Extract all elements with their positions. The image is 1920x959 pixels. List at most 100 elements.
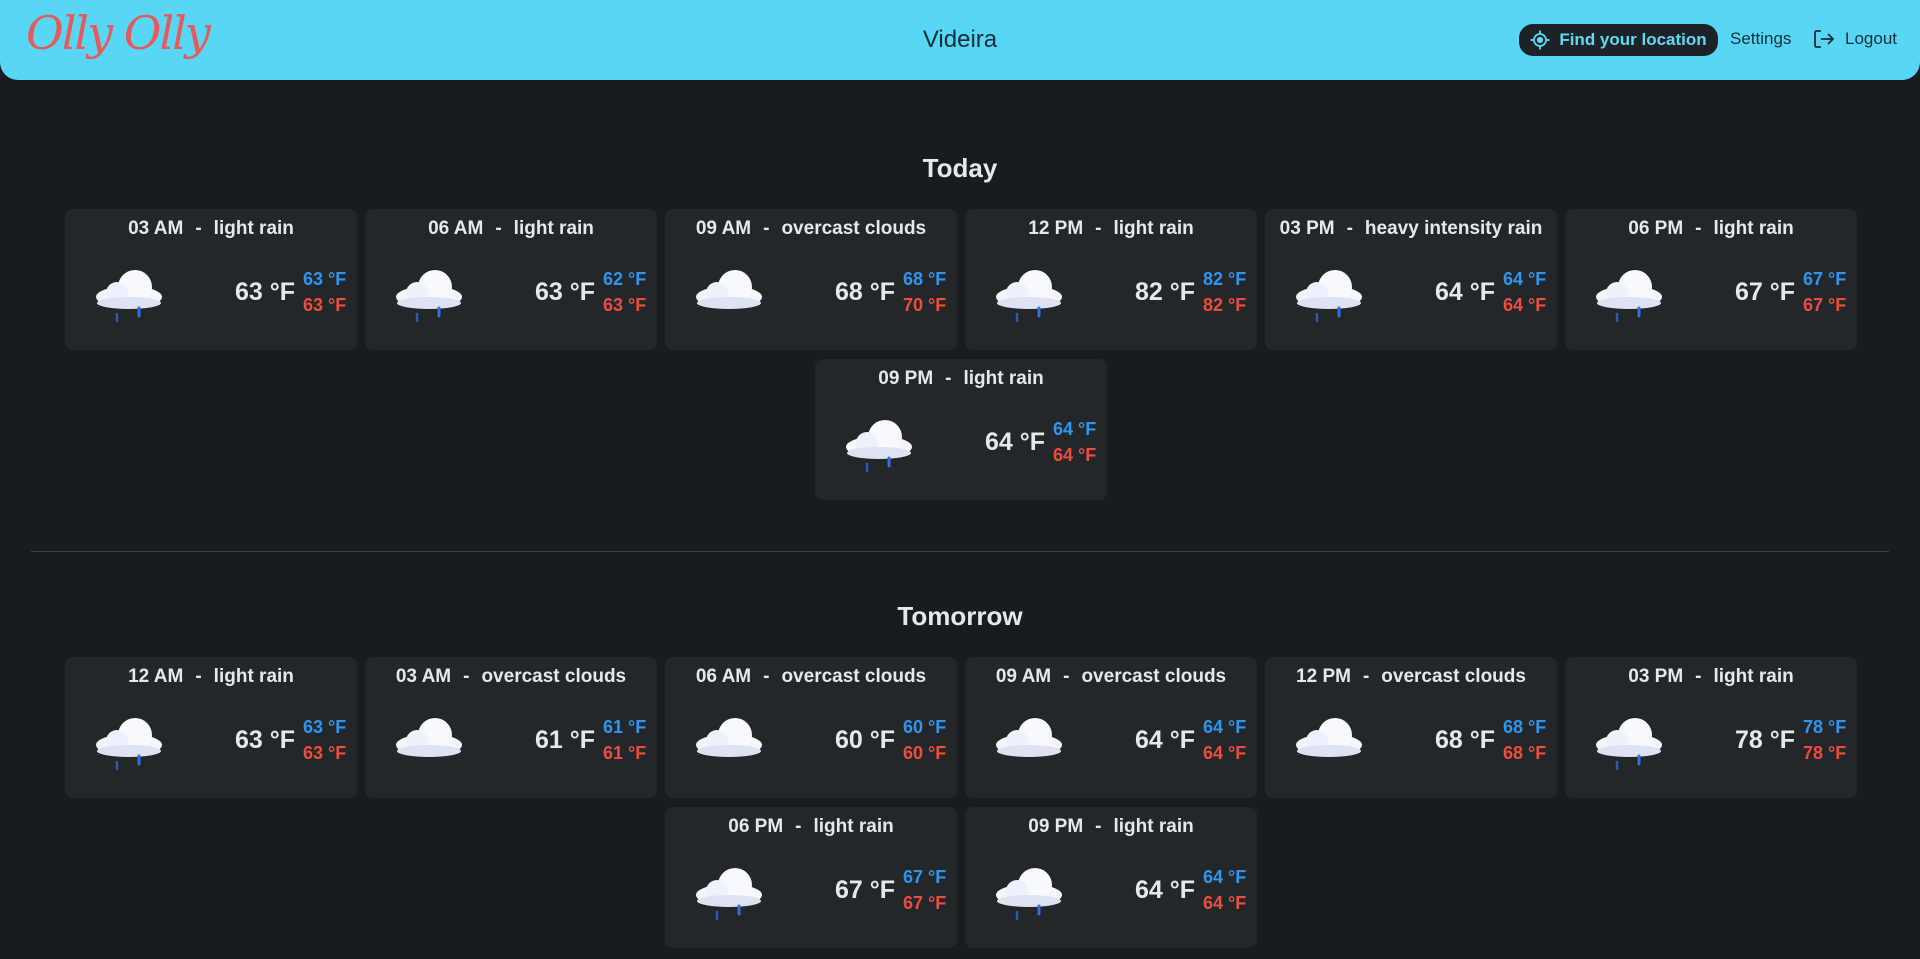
forecast-temperature: 78 °F <box>1734 726 1795 754</box>
forecast-time: 06 PM <box>728 816 784 837</box>
forecast-card-header: 09 AM - overcast clouds <box>695 218 927 239</box>
crosshair-icon <box>1530 30 1550 50</box>
forecast-description: overcast clouds <box>1081 666 1227 687</box>
forecast-temperature: 61 °F <box>534 726 595 754</box>
forecast-max-temperature: 64 °F <box>1053 445 1097 465</box>
forecast-card-header: 03 AM - light rain <box>128 218 294 239</box>
cloud-icon <box>996 718 1062 757</box>
find-location-button[interactable]: Find your location <box>1519 24 1718 56</box>
forecast-temperature: 67 °F <box>834 876 895 904</box>
forecast-card: 09 AM - overcast clouds 68 °F 68 °F 70 °F <box>665 209 957 350</box>
rain-cloud-icon <box>996 868 1062 921</box>
forecast-card: 06 PM - light rain 67 °F 67 °F 67 °F <box>665 807 957 948</box>
forecast-card-header: 12 PM - overcast clouds <box>1296 666 1526 687</box>
forecast-card-header: 03 AM - overcast clouds <box>395 666 627 687</box>
app-header: Olly Olly Videira Find your location Set… <box>0 0 1920 80</box>
forecast-time: 03 AM <box>395 666 452 687</box>
forecast-time: 03 PM <box>1279 218 1335 239</box>
forecast-card-header: 03 PM - light rain <box>1628 666 1794 687</box>
forecast-card-header: 09 PM - light rain <box>1028 816 1194 837</box>
forecast-temperature: 82 °F <box>1134 278 1195 306</box>
forecast-card-header: 03 PM - heavy intensity rain <box>1279 218 1543 239</box>
rain-cloud-icon <box>696 868 762 921</box>
rain-cloud-icon <box>996 270 1062 323</box>
forecast-description: light rain <box>1713 218 1794 239</box>
forecast-temperature: 67 °F <box>1734 278 1795 306</box>
forecast-max-temperature: 78 °F <box>1803 743 1847 763</box>
forecast-max-temperature: 68 °F <box>1503 743 1547 763</box>
forecast-card: 03 PM - heavy intensity rain 64 °F 64 °F 6… <box>1265 209 1557 350</box>
forecast-card: 06 AM - overcast clouds 60 °F 60 °F 60 °F <box>665 657 957 798</box>
forecast-card-header: 06 AM - overcast clouds <box>695 666 927 687</box>
forecast-card: 03 AM - light rain 63 °F 63 °F 63 °F <box>65 209 357 350</box>
logout-link[interactable]: Logout <box>1813 29 1897 49</box>
forecast-temperature: 63 °F <box>234 726 295 754</box>
forecast-card: 03 PM - light rain 78 °F 78 °F 78 °F <box>1565 657 1857 798</box>
rain-cloud-icon <box>96 270 162 323</box>
forecast-min-temperature: 78 °F <box>1803 717 1847 737</box>
forecast-card: 09 PM - light rain 64 °F 64 °F 64 °F <box>965 807 1257 948</box>
rain-cloud-icon <box>1596 718 1662 771</box>
section-title-today: Today <box>922 153 998 183</box>
forecast-max-temperature: 60 °F <box>903 743 947 763</box>
forecast-card: 06 PM - light rain 67 °F 67 °F 67 °F <box>1565 209 1857 350</box>
forecast-time: 09 PM <box>878 368 934 389</box>
forecast-time: 12 AM <box>128 666 184 687</box>
forecast-time: 06 AM <box>695 666 752 687</box>
forecast-temperature: 68 °F <box>1434 726 1495 754</box>
forecast-temperature: 64 °F <box>1134 876 1195 904</box>
forecast-card: 06 AM - light rain 63 °F 62 °F 63 °F <box>365 209 657 350</box>
forecast-description: light rain <box>213 218 294 239</box>
forecast-time: 09 PM <box>1028 816 1084 837</box>
forecast-card-header: 09 PM - light rain <box>878 368 1044 389</box>
cloud-icon <box>1296 718 1362 757</box>
forecast-description: light rain <box>213 666 294 687</box>
forecast-card: 12 PM - light rain 82 °F 82 °F 82 °F <box>965 209 1257 350</box>
forecast-min-temperature: 61 °F <box>603 717 647 737</box>
cloud-icon <box>696 718 762 757</box>
section-title-tomorrow: Tomorrow <box>897 601 1023 631</box>
forecast-min-temperature: 64 °F <box>1203 717 1247 737</box>
forecast-max-temperature: 64 °F <box>1503 295 1547 315</box>
forecast-temperature: 60 °F <box>834 726 895 754</box>
forecast-card-header: 09 AM - overcast clouds <box>995 666 1227 687</box>
find-location-label: Find your location <box>1559 30 1707 49</box>
forecast-time: 06 AM <box>428 218 484 239</box>
forecast-description: heavy intensity rain <box>1364 218 1543 239</box>
forecast-max-temperature: 63 °F <box>303 295 347 315</box>
forecast-min-temperature: 64 °F <box>1053 419 1097 439</box>
forecast-time: 06 PM <box>1628 218 1684 239</box>
forecast-min-temperature: 67 °F <box>903 867 947 887</box>
forecast-card-header: 06 AM - light rain <box>428 218 594 239</box>
forecast-max-temperature: 82 °F <box>1203 295 1247 315</box>
forecast-max-temperature: 64 °F <box>1203 893 1247 913</box>
app-logo[interactable]: Olly Olly <box>26 6 211 60</box>
forecast-description: light rain <box>1113 816 1194 837</box>
forecast-min-temperature: 82 °F <box>1203 269 1247 289</box>
forecast-time: 03 PM <box>1628 666 1684 687</box>
forecast-min-temperature: 68 °F <box>1503 717 1547 737</box>
settings-link[interactable]: Settings <box>1730 29 1791 49</box>
forecast-temperature: 63 °F <box>534 278 595 306</box>
forecast-min-temperature: 63 °F <box>303 269 347 289</box>
forecast-temperature: 64 °F <box>1434 278 1495 306</box>
forecast-max-temperature: 64 °F <box>1203 743 1247 763</box>
forecast-max-temperature: 61 °F <box>603 743 647 763</box>
forecast-time: 09 AM <box>995 666 1052 687</box>
forecast-card: 03 AM - overcast clouds 61 °F 61 °F 61 °F <box>365 657 657 798</box>
forecast-time: 03 AM <box>128 218 184 239</box>
cloud-icon <box>396 718 462 757</box>
forecast-card: 09 AM - overcast clouds 64 °F 64 °F 64 °F <box>965 657 1257 798</box>
forecast-description: light rain <box>963 368 1044 389</box>
forecast-min-temperature: 67 °F <box>1803 269 1847 289</box>
rain-cloud-icon <box>1596 270 1662 323</box>
forecast-min-temperature: 64 °F <box>1203 867 1247 887</box>
forecast-max-temperature: 63 °F <box>303 743 347 763</box>
forecast-temperature: 68 °F <box>834 278 895 306</box>
forecast-time: 09 AM <box>695 218 752 239</box>
forecast-description: overcast clouds <box>781 218 927 239</box>
settings-label: Settings <box>1730 29 1792 48</box>
forecast-description: overcast clouds <box>781 666 927 687</box>
forecast-min-temperature: 62 °F <box>603 269 647 289</box>
forecast-time: 12 PM <box>1028 218 1084 239</box>
